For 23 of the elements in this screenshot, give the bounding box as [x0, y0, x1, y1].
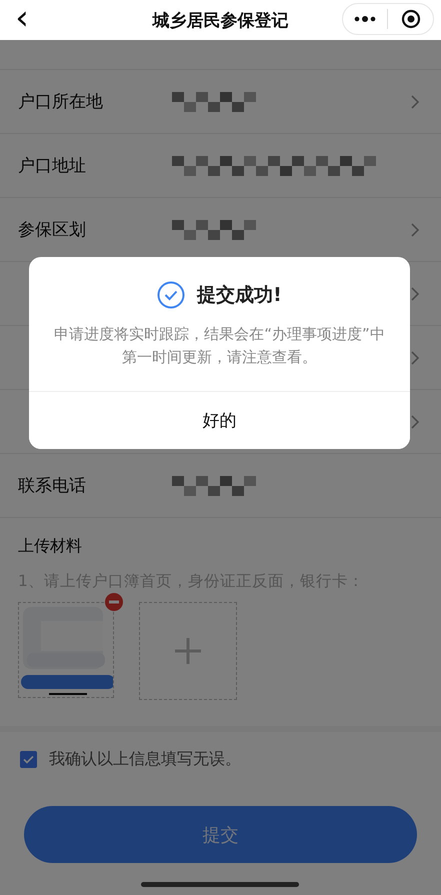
field-label: 户口地址 [18, 155, 87, 177]
confirm-label: 我确认以上信息填写无误。 [49, 748, 241, 770]
chevron-right-icon[interactable] [411, 94, 419, 108]
back-button[interactable]: ‹ [2, 0, 42, 40]
page-title: 城乡居民参保登记 [151, 10, 290, 32]
more-icon[interactable] [354, 15, 376, 23]
close-target-icon[interactable] [401, 9, 421, 29]
field-label: 户口所在地 [18, 91, 104, 113]
checkbox[interactable] [20, 750, 37, 768]
field-label: 参保区划 [18, 219, 87, 241]
chevron-right-icon[interactable] [411, 286, 419, 300]
chevron-right-icon[interactable] [411, 414, 419, 428]
chevron-right-icon[interactable] [411, 350, 419, 364]
ok-button[interactable]: 好的 [29, 391, 410, 449]
dialog-title: 提交成功! [197, 283, 282, 308]
plus-icon [175, 638, 201, 664]
check-circle-icon [157, 281, 186, 309]
add-photo-button[interactable] [139, 602, 237, 700]
field-label: 联系电话 [18, 475, 87, 497]
remove-icon[interactable] [105, 593, 123, 611]
section-title: 上传材料 [18, 536, 83, 557]
dialog-message: 申请进度将实时跟踪，结果会在“办理事项进度”中第一时间更新，请注意查看。 [53, 324, 386, 368]
chevron-right-icon[interactable] [411, 222, 419, 236]
